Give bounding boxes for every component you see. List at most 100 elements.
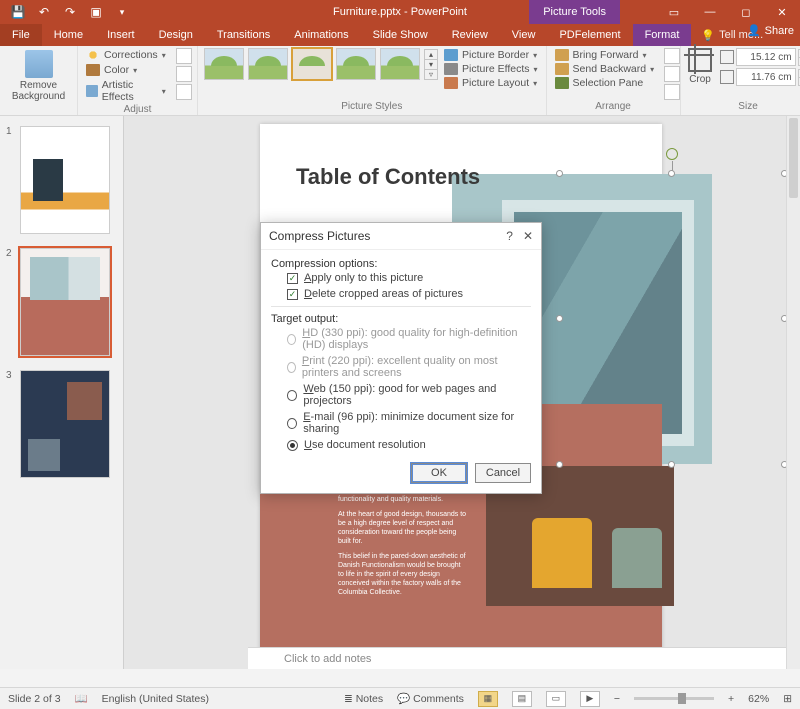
tab-home[interactable]: Home <box>42 24 95 46</box>
target-web-radio[interactable]: Web (150 ppi): good for web pages and pr… <box>271 381 531 409</box>
group-label-picture-styles: Picture Styles <box>204 101 540 115</box>
resize-handle[interactable] <box>556 170 563 177</box>
width-input[interactable]: 11.76 cm <box>736 68 796 86</box>
delete-cropped-checkbox[interactable]: ✓ Delete cropped areas of pictures <box>271 286 531 302</box>
tab-pdfelement[interactable]: PDFelement <box>547 24 632 46</box>
remove-background-label: Remove Background <box>6 80 71 102</box>
delete-cropped-label: Delete cropped areas of pictures <box>304 288 463 300</box>
reset-picture-button[interactable] <box>176 84 192 100</box>
tab-insert[interactable]: Insert <box>95 24 147 46</box>
notes-toggle[interactable]: ≣ Notes <box>344 693 383 705</box>
compression-options-label: Compression options: <box>271 258 531 270</box>
slide-title[interactable]: Table of Contents <box>296 164 480 190</box>
slide-paragraph: This belief in the pared-down aesthetic … <box>338 552 468 597</box>
chevron-down-icon: ▾ <box>642 51 646 60</box>
redo-icon[interactable]: ↷ <box>58 2 82 22</box>
tab-view[interactable]: View <box>500 24 548 46</box>
save-icon[interactable]: 💾 <box>6 2 30 22</box>
target-docres-label: Use document resolution <box>304 439 426 451</box>
target-document-resolution-radio[interactable]: Use document resolution <box>271 437 531 453</box>
ok-button[interactable]: OK <box>411 463 467 483</box>
tab-slideshow[interactable]: Slide Show <box>361 24 440 46</box>
qat-customize-icon[interactable]: ▾ <box>110 2 134 22</box>
zoom-out-button[interactable]: − <box>614 693 620 705</box>
minimize-icon[interactable]: — <box>692 0 728 24</box>
tab-transitions[interactable]: Transitions <box>205 24 282 46</box>
picture-border-button[interactable]: Picture Border▾ <box>442 48 540 62</box>
apply-only-checkbox[interactable]: ✓ Apply only to this picture <box>271 270 531 286</box>
slide-thumbnail-1[interactable] <box>20 126 110 234</box>
scrollbar-thumb[interactable] <box>789 118 798 198</box>
picture-styles-gallery[interactable]: ▴▾▿ <box>204 48 438 80</box>
bring-forward-button[interactable]: Bring Forward▾ <box>553 48 657 62</box>
start-from-beginning-icon[interactable]: ▣ <box>84 2 108 22</box>
tab-animations[interactable]: Animations <box>282 24 360 46</box>
cancel-button[interactable]: Cancel <box>475 463 531 483</box>
chevron-down-icon: ▾ <box>162 87 166 96</box>
send-backward-icon <box>555 63 569 75</box>
close-icon[interactable]: ✕ <box>764 0 800 24</box>
dialog-help-icon[interactable]: ? <box>506 229 513 243</box>
dialog-close-icon[interactable]: ✕ <box>523 229 533 243</box>
slide-thumbnail-2[interactable] <box>20 248 110 356</box>
corrections-button[interactable]: Corrections▾ <box>84 48 168 62</box>
selection-pane-icon <box>555 77 569 89</box>
maximize-icon[interactable]: ◻ <box>728 0 764 24</box>
slide-indicator[interactable]: Slide 2 of 3 <box>8 693 61 705</box>
group-objects-button[interactable] <box>664 66 680 82</box>
change-picture-button[interactable] <box>176 66 192 82</box>
selection-pane-button[interactable]: Selection Pane <box>553 76 657 90</box>
picture-layout-label: Picture Layout <box>462 77 529 89</box>
thumb-number: 2 <box>6 248 16 259</box>
resize-handle[interactable] <box>556 461 563 468</box>
compress-pictures-button[interactable] <box>176 48 192 64</box>
language-indicator[interactable]: English (United States) <box>102 693 209 705</box>
target-hd-radio: HD (330 ppi): good quality for high-defi… <box>271 325 531 353</box>
resize-handle[interactable] <box>668 461 675 468</box>
dialog-titlebar[interactable]: Compress Pictures ? ✕ <box>261 223 541 250</box>
ribbon-options-icon[interactable]: ▭ <box>656 0 692 24</box>
spellcheck-icon[interactable]: 📖 <box>75 692 88 705</box>
crop-button[interactable]: Crop <box>687 48 714 85</box>
checkbox-icon: ✓ <box>287 289 298 300</box>
tab-file[interactable]: File <box>0 24 42 46</box>
share-button[interactable]: 👤 Share <box>747 24 794 37</box>
resize-handle[interactable] <box>556 315 563 322</box>
align-button[interactable] <box>664 48 680 64</box>
slide-body-text[interactable]: Simplicity, craftsmanship, elegant funct… <box>338 486 468 603</box>
notes-pane[interactable]: Click to add notes <box>248 647 786 669</box>
artistic-effects-button[interactable]: Artistic Effects▾ <box>84 78 168 104</box>
target-email-radio[interactable]: E-mail (96 ppi): minimize document size … <box>271 409 531 437</box>
tab-format[interactable]: Format <box>633 24 692 46</box>
zoom-in-button[interactable]: + <box>728 693 734 705</box>
zoom-slider-thumb[interactable] <box>678 693 686 704</box>
slideshow-view-button[interactable]: ▶ <box>580 691 600 707</box>
style-thumb-1[interactable] <box>204 48 244 80</box>
picture-effects-button[interactable]: Picture Effects▾ <box>442 62 540 76</box>
vertical-scrollbar[interactable] <box>786 116 800 669</box>
rotate-handle[interactable] <box>666 148 678 160</box>
comments-toggle[interactable]: 💬 Comments <box>397 692 464 705</box>
slide-sorter-view-button[interactable]: ▤ <box>512 691 532 707</box>
height-input[interactable]: 15.12 cm <box>736 48 796 66</box>
slide-thumbnail-3[interactable] <box>20 370 110 478</box>
style-thumb-4[interactable] <box>336 48 376 80</box>
tab-review[interactable]: Review <box>440 24 500 46</box>
style-thumb-2[interactable] <box>248 48 288 80</box>
picture-layout-button[interactable]: Picture Layout▾ <box>442 76 540 90</box>
color-button[interactable]: Color▾ <box>84 63 168 77</box>
normal-view-button[interactable]: ▦ <box>478 691 498 707</box>
zoom-slider[interactable] <box>634 697 714 700</box>
zoom-level[interactable]: 62% <box>748 693 769 705</box>
resize-handle[interactable] <box>668 170 675 177</box>
undo-icon[interactable]: ↶ <box>32 2 56 22</box>
tab-design[interactable]: Design <box>147 24 205 46</box>
style-thumb-5[interactable] <box>380 48 420 80</box>
style-thumb-3[interactable] <box>292 48 332 80</box>
gallery-more-button[interactable]: ▴▾▿ <box>424 49 438 80</box>
send-backward-button[interactable]: Send Backward▾ <box>553 62 657 76</box>
reading-view-button[interactable]: ▭ <box>546 691 566 707</box>
fit-to-window-button[interactable]: ⊞ <box>783 693 792 705</box>
remove-background-button[interactable]: Remove Background <box>6 48 71 102</box>
rotate-button[interactable] <box>664 84 680 100</box>
